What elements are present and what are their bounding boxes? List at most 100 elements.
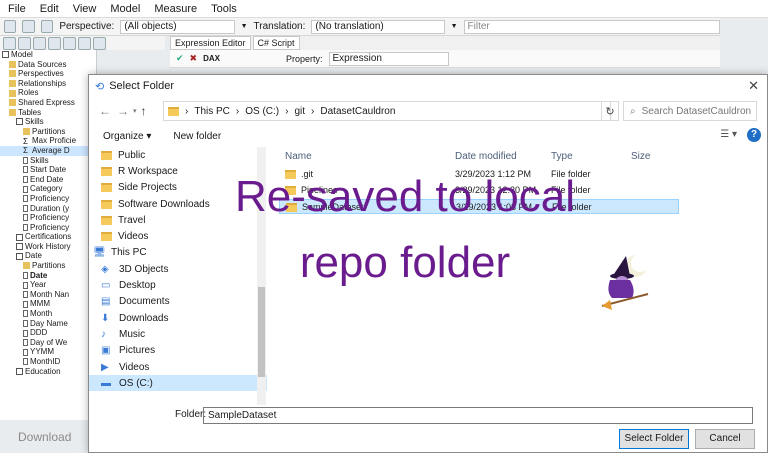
- select-folder-button[interactable]: Select Folder: [619, 429, 689, 449]
- help-icon[interactable]: ?: [747, 128, 761, 142]
- breadcrumb-item[interactable]: DatasetCauldron: [320, 106, 395, 117]
- tree-node[interactable]: YYMM: [0, 347, 96, 357]
- open-icon[interactable]: [22, 20, 35, 33]
- tree-node[interactable]: End Date: [0, 175, 96, 185]
- table-icon: [16, 233, 23, 241]
- sigma-icon[interactable]: [3, 36, 16, 50]
- filter-placeholder: Filter: [467, 21, 490, 32]
- cancel-icon[interactable]: ✖: [190, 53, 198, 64]
- tab-csharp-script[interactable]: C# Script: [252, 36, 300, 50]
- downloads-icon: ⬇: [101, 312, 110, 324]
- scrollbar-thumb[interactable]: [258, 287, 265, 377]
- translation-select[interactable]: (No translation): [311, 19, 445, 34]
- tree-node[interactable]: Tables: [0, 108, 96, 118]
- close-icon[interactable]: ✕: [748, 78, 759, 94]
- tree-node[interactable]: Day Name: [0, 319, 96, 329]
- tree-node[interactable]: Σ Max Proficie: [0, 136, 96, 146]
- tree-node[interactable]: Certifications: [0, 232, 96, 242]
- tree-node[interactable]: Date: [0, 251, 96, 261]
- back-icon[interactable]: ←: [99, 104, 111, 118]
- tree-node[interactable]: DDD: [0, 328, 96, 338]
- column-header-size[interactable]: Size: [631, 147, 650, 167]
- tree-node[interactable]: Σ Average D: [0, 145, 96, 156]
- column-icon: [23, 319, 28, 327]
- breadcrumb-item[interactable]: This PC: [194, 106, 230, 117]
- save-icon[interactable]: [4, 20, 17, 33]
- tree-node[interactable]: Data Sources: [0, 60, 96, 70]
- menu-item-view[interactable]: View: [73, 3, 97, 15]
- tree-node-label: Tables: [18, 107, 42, 117]
- nav-item[interactable]: ▤ Documents: [89, 294, 267, 310]
- tree-node[interactable]: Education: [0, 367, 96, 377]
- nav-item[interactable]: ⬇ Downloads: [89, 310, 267, 326]
- forward-icon[interactable]: →: [117, 104, 129, 118]
- dax-icon[interactable]: DAX: [203, 54, 220, 63]
- tree-node[interactable]: Day of We: [0, 338, 96, 348]
- refresh-icon[interactable]: ↻: [601, 101, 619, 121]
- tree-node[interactable]: MonthID: [0, 357, 96, 367]
- tree-node[interactable]: Month Nan: [0, 290, 96, 300]
- organize-button[interactable]: Organize ▾: [103, 131, 151, 142]
- sort-icon[interactable]: [78, 36, 91, 50]
- tree-node[interactable]: Partitions: [0, 261, 96, 271]
- nav-item-label: Videos: [119, 361, 150, 373]
- tree-node[interactable]: Month: [0, 309, 96, 319]
- tree-node[interactable]: Duration (y: [0, 204, 96, 214]
- breadcrumb-item[interactable]: OS (C:): [245, 106, 279, 117]
- column-icon[interactable]: [48, 36, 61, 50]
- folder-icon: [101, 150, 112, 160]
- view-options-icon[interactable]: ☰ ▾: [720, 129, 737, 140]
- tree-node[interactable]: Date: [0, 271, 96, 281]
- tree-node[interactable]: Proficiency: [0, 223, 96, 233]
- table-icon[interactable]: [18, 36, 31, 50]
- grid-icon[interactable]: [63, 36, 76, 50]
- tree-node[interactable]: Skills: [0, 117, 96, 127]
- nav-item[interactable]: ▣ Pictures: [89, 343, 267, 359]
- nav-item[interactable]: Public: [89, 147, 267, 163]
- search-input[interactable]: ⌕ Search DatasetCauldron: [623, 101, 757, 121]
- tree-node[interactable]: Partitions: [0, 127, 96, 137]
- nav-item[interactable]: ▶ Videos: [89, 359, 267, 375]
- up-icon[interactable]: ↑: [141, 104, 147, 118]
- tree-node[interactable]: Relationships: [0, 79, 96, 89]
- column-icon: [23, 310, 28, 318]
- menu-item-edit[interactable]: Edit: [40, 3, 59, 15]
- computer-icon: 🖥: [93, 247, 106, 259]
- filter-input[interactable]: Filter: [463, 19, 721, 34]
- breadcrumb-item[interactable]: git: [294, 106, 305, 117]
- menu-item-measure[interactable]: Measure: [154, 3, 197, 15]
- perspective-select[interactable]: (All objects): [120, 19, 235, 34]
- folder-input[interactable]: SampleDataset: [203, 407, 753, 424]
- tree-node[interactable]: Model: [0, 50, 96, 60]
- hierarchy-icon[interactable]: [33, 36, 46, 50]
- nav-item[interactable]: ♪ Music: [89, 326, 267, 342]
- address-bar[interactable]: › This PC › OS (C:) › git › DatasetCauldron: [163, 101, 611, 121]
- tree-node[interactable]: Category: [0, 184, 96, 194]
- tree-node[interactable]: Shared Express: [0, 98, 96, 108]
- tree-node[interactable]: Work History: [0, 242, 96, 252]
- tree-node[interactable]: Perspectives: [0, 69, 96, 79]
- nav-item-label: Pictures: [119, 345, 156, 357]
- deploy-icon[interactable]: [40, 20, 54, 33]
- new-folder-button[interactable]: New folder: [173, 131, 221, 142]
- check-icon[interactable]: ✔: [176, 53, 184, 64]
- menu-item-tools[interactable]: Tools: [211, 3, 237, 15]
- menu-item-model[interactable]: Model: [110, 3, 140, 15]
- tree-node[interactable]: Roles: [0, 88, 96, 98]
- column-icon: [23, 176, 28, 184]
- nav-item[interactable]: ▬ OS (C:): [89, 375, 267, 392]
- nav-item-label: Desktop: [119, 280, 156, 292]
- filter-icon[interactable]: [93, 36, 106, 50]
- tree-node[interactable]: Proficiency: [0, 213, 96, 223]
- tree-node[interactable]: MMM: [0, 299, 96, 309]
- tab-expression-editor[interactable]: Expression Editor: [170, 36, 251, 50]
- tree-node[interactable]: Proficiency: [0, 194, 96, 204]
- property-select[interactable]: Expression: [328, 51, 449, 66]
- chevron-down-icon[interactable]: ▾: [133, 107, 137, 115]
- expression-tabs: Expression Editor C# Script: [170, 36, 720, 50]
- tree-node[interactable]: Skills: [0, 156, 96, 166]
- cancel-button[interactable]: Cancel: [695, 429, 755, 449]
- tree-node[interactable]: Start Date: [0, 165, 96, 175]
- menu-item-file[interactable]: File: [8, 3, 26, 15]
- tree-node[interactable]: Year: [0, 280, 96, 290]
